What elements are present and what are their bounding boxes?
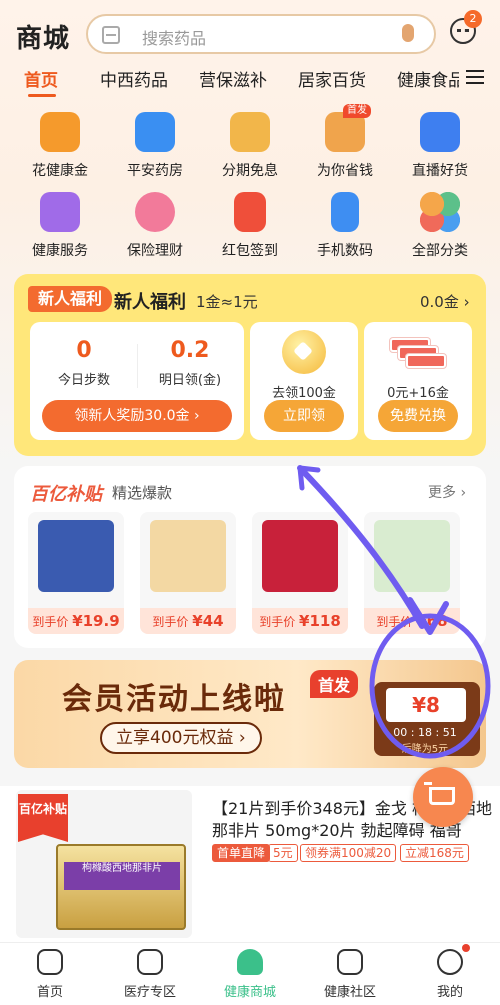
menu-icon[interactable] <box>466 70 484 84</box>
header: 商城 搜索药品 2 <box>0 8 500 58</box>
claim-reward-button[interactable]: 领新人奖励30.0金 › <box>42 400 232 432</box>
free-exchange-button[interactable]: 免费兑换 <box>378 400 458 432</box>
chevron-right-icon: › <box>463 293 470 311</box>
newcomer-welfare-card: 新人福利 新人福利 1金≈1元 0.0金 › 0 今日步数 0.2 明日领(金)… <box>14 274 486 456</box>
grid-item-digital[interactable]: 手机数码 <box>297 192 393 260</box>
more-link[interactable]: 更多 › <box>428 482 466 502</box>
tab-medicine[interactable]: 中西药品 <box>100 66 168 91</box>
product-image <box>262 520 338 592</box>
banner-cta[interactable]: 立享400元权益 › <box>100 722 262 754</box>
member-activity-banner[interactable]: 会员活动上线啦 首发 立享400元权益 › ¥8 00 : 18 : 51 后降… <box>14 660 486 768</box>
microphone-icon[interactable] <box>402 24 414 42</box>
grid-item-installment[interactable]: 分期免息 <box>202 112 298 180</box>
grid-item-all-categories[interactable]: 全部分类 <box>392 192 488 260</box>
card-icon <box>230 112 270 152</box>
health-service-icon <box>40 192 80 232</box>
divider <box>137 344 138 388</box>
grid-item-red-packet[interactable]: 红包签到 <box>202 192 298 260</box>
banner-title: 会员活动上线啦 <box>62 682 286 717</box>
message-badge: 2 <box>464 10 482 28</box>
tab-nutrition[interactable]: 营保滋补 <box>199 66 267 91</box>
pharmacy-icon <box>135 112 175 152</box>
subsidy-logo: 百亿补贴 <box>30 484 102 505</box>
bottom-tab-bar: 首页 医疗专区 健康商城 健康社区 我的 <box>0 942 500 1005</box>
chat-icon <box>337 949 363 975</box>
product-image <box>374 520 450 592</box>
welfare-rate: 1金≈1元 <box>196 293 258 311</box>
today-steps: 0 今日步数 <box>57 338 110 388</box>
tab-bar-mine[interactable]: 我的 <box>400 949 500 1000</box>
countdown-timer: 00 : 18 : 51 <box>393 726 457 739</box>
product-image <box>38 520 114 592</box>
red-packet-icon <box>234 192 266 232</box>
product-card[interactable]: 到手价 ¥68 <box>364 512 460 634</box>
tomorrow-gold: 0.2 明日领(金) <box>158 338 222 388</box>
heart-bag-icon <box>40 112 80 152</box>
welfare-tag: 新人福利 <box>28 286 113 312</box>
grid-item-insurance[interactable]: 保险理财 <box>107 192 203 260</box>
heart-coin-icon <box>282 330 326 374</box>
grid-item-health-gold[interactable]: 花健康金 <box>12 112 108 180</box>
message-icon[interactable]: 2 <box>450 10 482 44</box>
medical-icon <box>137 949 163 975</box>
cart-icon <box>424 782 455 805</box>
tv-icon <box>420 112 460 152</box>
grid-item-live[interactable]: 直播好货 <box>392 112 488 180</box>
search-input[interactable]: 搜索药品 <box>86 14 436 54</box>
smile-icon <box>437 949 463 975</box>
coupon-gift: ¥8 00 : 18 : 51 后降为5元 <box>374 682 480 756</box>
tab-home[interactable]: 首页 <box>24 66 58 91</box>
tab-bar-medical[interactable]: 医疗专区 <box>100 949 200 1000</box>
tab-bar-health-mall[interactable]: 健康商城 <box>200 949 300 1000</box>
service-grid: 花健康金 平安药房 分期免息 首发 为你省钱 直播好货 健康服务 保险理财 红包… <box>0 104 500 268</box>
tab-bar-community[interactable]: 健康社区 <box>300 949 400 1000</box>
new-badge: 首发 <box>343 104 371 118</box>
grid-item-pharmacy[interactable]: 平安药房 <box>107 112 203 180</box>
product-image <box>150 520 226 592</box>
heart-shop-icon <box>237 949 263 975</box>
tab-bar-home[interactable]: 首页 <box>0 949 100 1000</box>
product-card[interactable]: 到手价 ¥44 <box>140 512 236 634</box>
cart-button[interactable] <box>413 767 473 827</box>
promo-tags: 首单直降 5元 领券满100减20 立减168元 <box>212 844 492 864</box>
tab-health-food[interactable]: 健康食品 <box>397 66 459 91</box>
exchange-card[interactable]: 0元+16金 免费兑换 <box>364 322 472 440</box>
phone-icon <box>331 192 359 232</box>
subsidy-subtitle: 精选爆款 <box>112 484 173 502</box>
grid-item-health-service[interactable]: 健康服务 <box>12 192 108 260</box>
piggy-bank-icon <box>135 192 175 232</box>
tab-household[interactable]: 居家百货 <box>298 66 366 91</box>
steps-card: 0 今日步数 0.2 明日领(金) 领新人奖励30.0金 › <box>30 322 244 440</box>
product-card[interactable]: 到手价 ¥19.9 <box>28 512 124 634</box>
home-icon <box>37 949 63 975</box>
coupon-icon <box>390 336 446 368</box>
claim-gold-card[interactable]: 去领100金 立即领 <box>250 322 358 440</box>
medicine-box: 枸橼酸西地那非片 <box>56 844 186 930</box>
active-tab-underline <box>28 94 56 97</box>
grid-item-save-money[interactable]: 首发 为你省钱 <box>297 104 393 180</box>
vip-icon: 首发 <box>325 104 371 152</box>
banner-tag: 首发 <box>310 670 359 698</box>
page-title: 商城 <box>16 24 71 54</box>
category-tabs: 首页 中西药品 营保滋补 居家百货 健康食品 <box>0 66 500 98</box>
subsidy-section: 百亿补贴 精选爆款 更多 › 到手价 ¥19.9 到手价 ¥44 到手价 ¥11… <box>14 466 486 648</box>
scan-icon[interactable] <box>102 26 120 44</box>
claim-now-button[interactable]: 立即领 <box>264 400 344 432</box>
welfare-title: 新人福利 <box>114 292 186 313</box>
notification-dot <box>462 944 470 952</box>
search-placeholder: 搜索药品 <box>142 29 207 48</box>
all-category-icon <box>420 192 460 232</box>
product-card[interactable]: 到手价 ¥118 <box>252 512 348 634</box>
welfare-balance[interactable]: 0.0金 › <box>420 291 470 312</box>
